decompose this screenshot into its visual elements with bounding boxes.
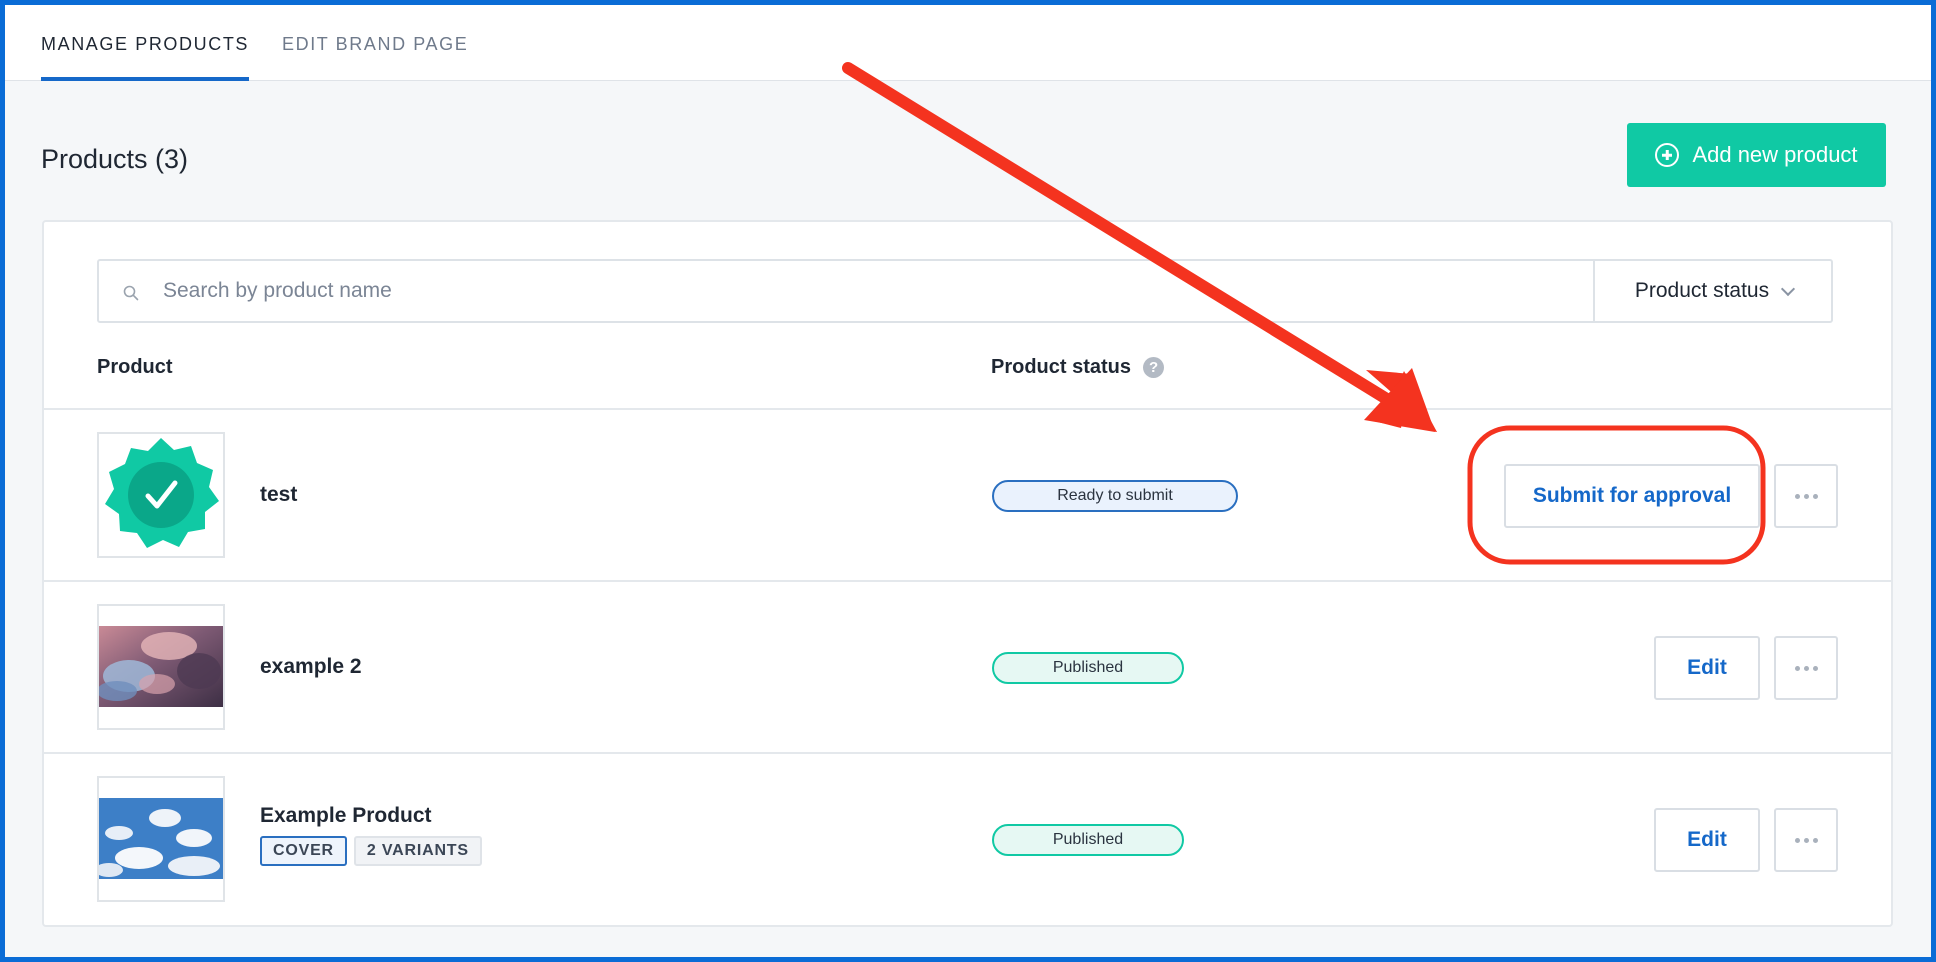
column-header-status: Product status ?	[991, 356, 1165, 379]
badge-check-icon	[105, 438, 219, 548]
search-bar: Product status	[97, 259, 1833, 323]
product-name[interactable]: test	[260, 483, 297, 507]
tab-manage-products[interactable]: MANAGE PRODUCTS	[41, 34, 250, 81]
tab-edit-brand-page[interactable]: EDIT BRAND PAGE	[282, 34, 468, 81]
product-name[interactable]: example 2	[260, 655, 362, 679]
product-name[interactable]: Example Product	[260, 804, 432, 828]
add-new-product-label: Add new product	[1692, 142, 1858, 167]
status-badge: Published	[992, 652, 1184, 684]
product-tags: COVER 2 VARIANTS	[260, 836, 482, 866]
product-status-filter-label: Product status	[1634, 279, 1770, 302]
table-row: Example Product COVER 2 VARIANTS Publish…	[44, 752, 1891, 927]
submit-for-approval-button[interactable]: Submit for approval	[1504, 464, 1760, 528]
page-title: Products (3)	[41, 144, 189, 174]
help-icon[interactable]: ?	[1143, 357, 1165, 378]
more-options-button[interactable]	[1774, 808, 1838, 872]
search-icon	[123, 285, 139, 301]
table-row: test Ready to submit Submit for approval	[44, 408, 1891, 580]
variants-tag: 2 VARIANTS	[353, 836, 482, 866]
column-header-product: Product	[97, 356, 173, 378]
product-thumbnail	[97, 432, 225, 558]
chevron-down-icon	[1781, 281, 1796, 296]
more-options-button[interactable]	[1774, 464, 1838, 528]
products-card: Product status Product Product status ? …	[42, 220, 1893, 927]
product-status-filter[interactable]: Product status	[1593, 261, 1833, 321]
product-thumbnail	[97, 776, 225, 902]
edit-button[interactable]: Edit	[1654, 636, 1760, 700]
ellipsis-icon	[1794, 665, 1818, 671]
ellipsis-icon	[1794, 837, 1818, 843]
edit-button[interactable]: Edit	[1654, 808, 1760, 872]
status-badge: Published	[992, 824, 1184, 856]
blue-sky-clouds-image	[99, 778, 223, 900]
column-header-status-label: Product status	[991, 356, 1132, 378]
search-input[interactable]	[163, 275, 1463, 307]
add-new-product-button[interactable]: Add new product	[1627, 123, 1886, 187]
ellipsis-icon	[1794, 493, 1818, 499]
tab-bar: MANAGE PRODUCTS EDIT BRAND PAGE	[5, 5, 1931, 81]
table-row: example 2 Published Edit	[44, 580, 1891, 752]
cover-tag: COVER	[260, 836, 347, 866]
app-frame: MANAGE PRODUCTS EDIT BRAND PAGE Products…	[5, 5, 1931, 957]
product-thumbnail	[97, 604, 225, 730]
cloudy-sunset-image	[99, 606, 223, 728]
add-circle-icon	[1655, 143, 1680, 167]
more-options-button[interactable]	[1774, 636, 1838, 700]
status-badge: Ready to submit	[992, 480, 1238, 512]
